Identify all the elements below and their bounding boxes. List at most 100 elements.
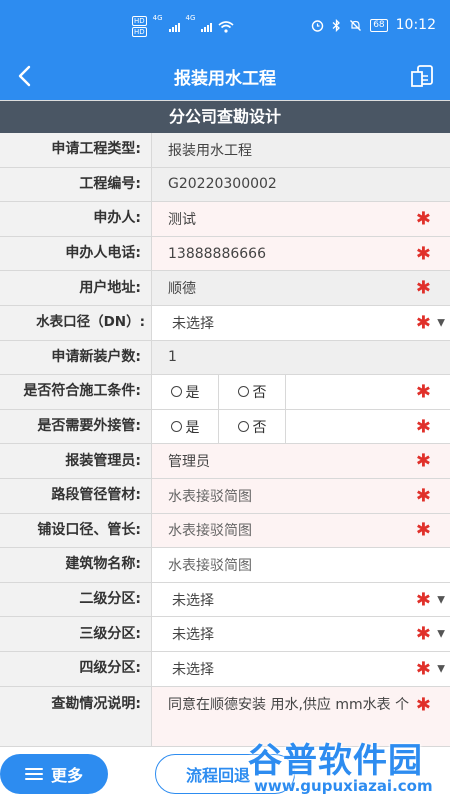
sim1-hd-tag: HD [132,16,147,26]
label-pipe-material: 路段管径管材: [0,478,152,513]
value-new-households: 1 [168,349,177,366]
row-zone-4: 四级分区: 未选择 ✱ ▼ [0,651,450,687]
radio-yes[interactable]: 是 [152,409,219,444]
new-households-field: 1 [152,340,450,375]
row-user-address: 用户地址: 顺德 ✱ [0,271,450,306]
admin-input[interactable]: 管理员 ✱ [152,444,450,478]
label-construction-condition: 是否符合施工条件: [0,375,152,409]
radio-no[interactable]: 否 [219,375,286,409]
radio-circle-icon [170,386,182,398]
required-mark: ✱ [415,277,431,299]
mute-icon [350,19,362,31]
required-mark: ✱ [415,416,431,438]
menu-icon [24,768,43,780]
status-bar: HD HD 4G 4G 68 10:12 [0,0,450,52]
sim-tags: HD HD [132,16,147,37]
row-admin: 报装管理员: 管理员 ✱ [0,444,450,479]
zone-2-select[interactable]: 未选择 ✱ ▼ [152,582,450,617]
radio-yes-label: 是 [185,419,200,436]
row-project-number: 工程编号: G20220300002 [0,167,450,203]
row-applicant-phone: 申办人电话: 13888886666 ✱ [0,236,450,272]
wifi-icon [218,20,234,33]
label-external-pipe: 是否需要外接管: [0,409,152,444]
label-zone-2: 二级分区: [0,582,152,617]
required-mark: ✱ [415,243,431,265]
pipe-length-input[interactable]: 水表接驳简图 ✱ [152,513,450,548]
network-type: 4G [152,14,163,22]
row-pipe-length: 铺设口径、管长: 水表接驳简图 ✱ [0,513,450,549]
more-button-label: 更多 [50,766,83,785]
alarm-icon [311,19,324,32]
watermark-url: www.gupuxiazai.com [254,777,433,795]
signal-icon [201,21,213,32]
value-meter-caliber: 未选择 [172,315,214,332]
applicant-input[interactable]: 测试 ✱ [152,202,450,236]
network-type-2: 4G [185,14,196,22]
row-meter-caliber: 水表口径（DN）: 未选择 ✱ ▼ [0,305,450,341]
required-mark: ✱ [415,450,431,472]
label-applicant: 申办人: [0,202,152,236]
label-zone-3: 三级分区: [0,617,152,651]
battery-icon: 68 [370,18,388,32]
more-button[interactable]: 更多 [0,754,108,794]
signal-icon [168,21,180,32]
building-name-input[interactable]: 水表接驳简图 [152,548,450,582]
required-mark: ✱ [415,694,431,715]
row-new-households: 申请新装户数: 1 [0,340,450,376]
row-zone-3: 三级分区: 未选择 ✱ ▼ [0,617,450,652]
radio-yes[interactable]: 是 [152,375,219,409]
row-project-type: 申请工程类型: 报装用水工程 [0,133,450,168]
radio-circle-icon [237,386,249,398]
watermark: 谷普软件园 www.gupuxiazai.com [248,733,450,800]
field-project-type: 报装用水工程 [152,133,450,167]
value-zone-2: 未选择 [172,592,214,609]
watermark-text: 谷普软件园 [248,741,423,781]
zone-4-select[interactable]: 未选择 ✱ ▼ [152,651,450,686]
document-icon [411,65,433,87]
bluetooth-icon [332,18,341,32]
status-left: HD HD 4G 4G [132,14,234,37]
meter-caliber-select[interactable]: 未选择 ✱ ▼ [152,305,450,340]
value-zone-3: 未选择 [172,627,214,644]
placeholder-pipe-material: 水表接驳简图 [168,488,252,505]
external-pipe-radios: 是 否 ✱ [152,409,450,444]
radio-no-label: 否 [252,384,267,401]
required-mark: ✱ [415,589,431,611]
survey-form: 分公司查勘设计 申请工程类型: 报装用水工程 工程编号: G2022030000… [0,100,450,748]
nav-bar: 报装用水工程 [0,52,450,100]
value-zone-4: 未选择 [172,661,214,678]
label-zone-4: 四级分区: [0,651,152,686]
status-right: 68 10:12 [311,17,436,33]
radio-circle-icon [237,421,249,433]
zone-3-select[interactable]: 未选择 ✱ ▼ [152,617,450,651]
required-mark: ✱ [415,312,431,334]
value-user-address: 顺德 [168,281,196,298]
chevron-down-icon: ▼ [437,317,445,329]
label-project-type: 申请工程类型: [0,133,152,167]
label-survey-notes: 查勘情况说明: [0,686,152,746]
label-applicant-phone: 申办人电话: [0,236,152,271]
value-applicant-phone: 13888886666 [168,245,266,262]
radio-circle-icon [170,421,182,433]
row-pipe-material: 路段管径管材: 水表接驳简图 ✱ [0,478,450,514]
required-mark: ✱ [415,208,431,230]
document-button[interactable] [404,58,440,94]
label-building-name: 建筑物名称: [0,548,152,582]
pipe-material-input[interactable]: 水表接驳简图 ✱ [152,478,450,513]
value-applicant: 测试 [168,211,196,228]
field-project-number: G20220300002 [152,167,450,202]
required-mark: ✱ [415,381,431,403]
sim2-hd-tag: HD [132,27,147,37]
required-mark: ✱ [415,519,431,541]
applicant-phone-input[interactable]: 13888886666 ✱ [152,236,450,271]
radio-no[interactable]: 否 [219,409,286,444]
required-mark: ✱ [415,623,431,645]
section-title: 分公司查勘设计 [0,101,450,133]
value-survey-notes: 同意在顺德安装 用水,供应 mm水表 个 [168,696,410,713]
placeholder-building-name: 水表接驳简图 [168,557,252,574]
value-project-number: G20220300002 [168,176,277,193]
radio-yes-label: 是 [185,384,200,401]
label-new-households: 申请新装户数: [0,340,152,375]
flow-rollback-label: 流程回退 [186,766,251,785]
label-admin: 报装管理员: [0,444,152,478]
